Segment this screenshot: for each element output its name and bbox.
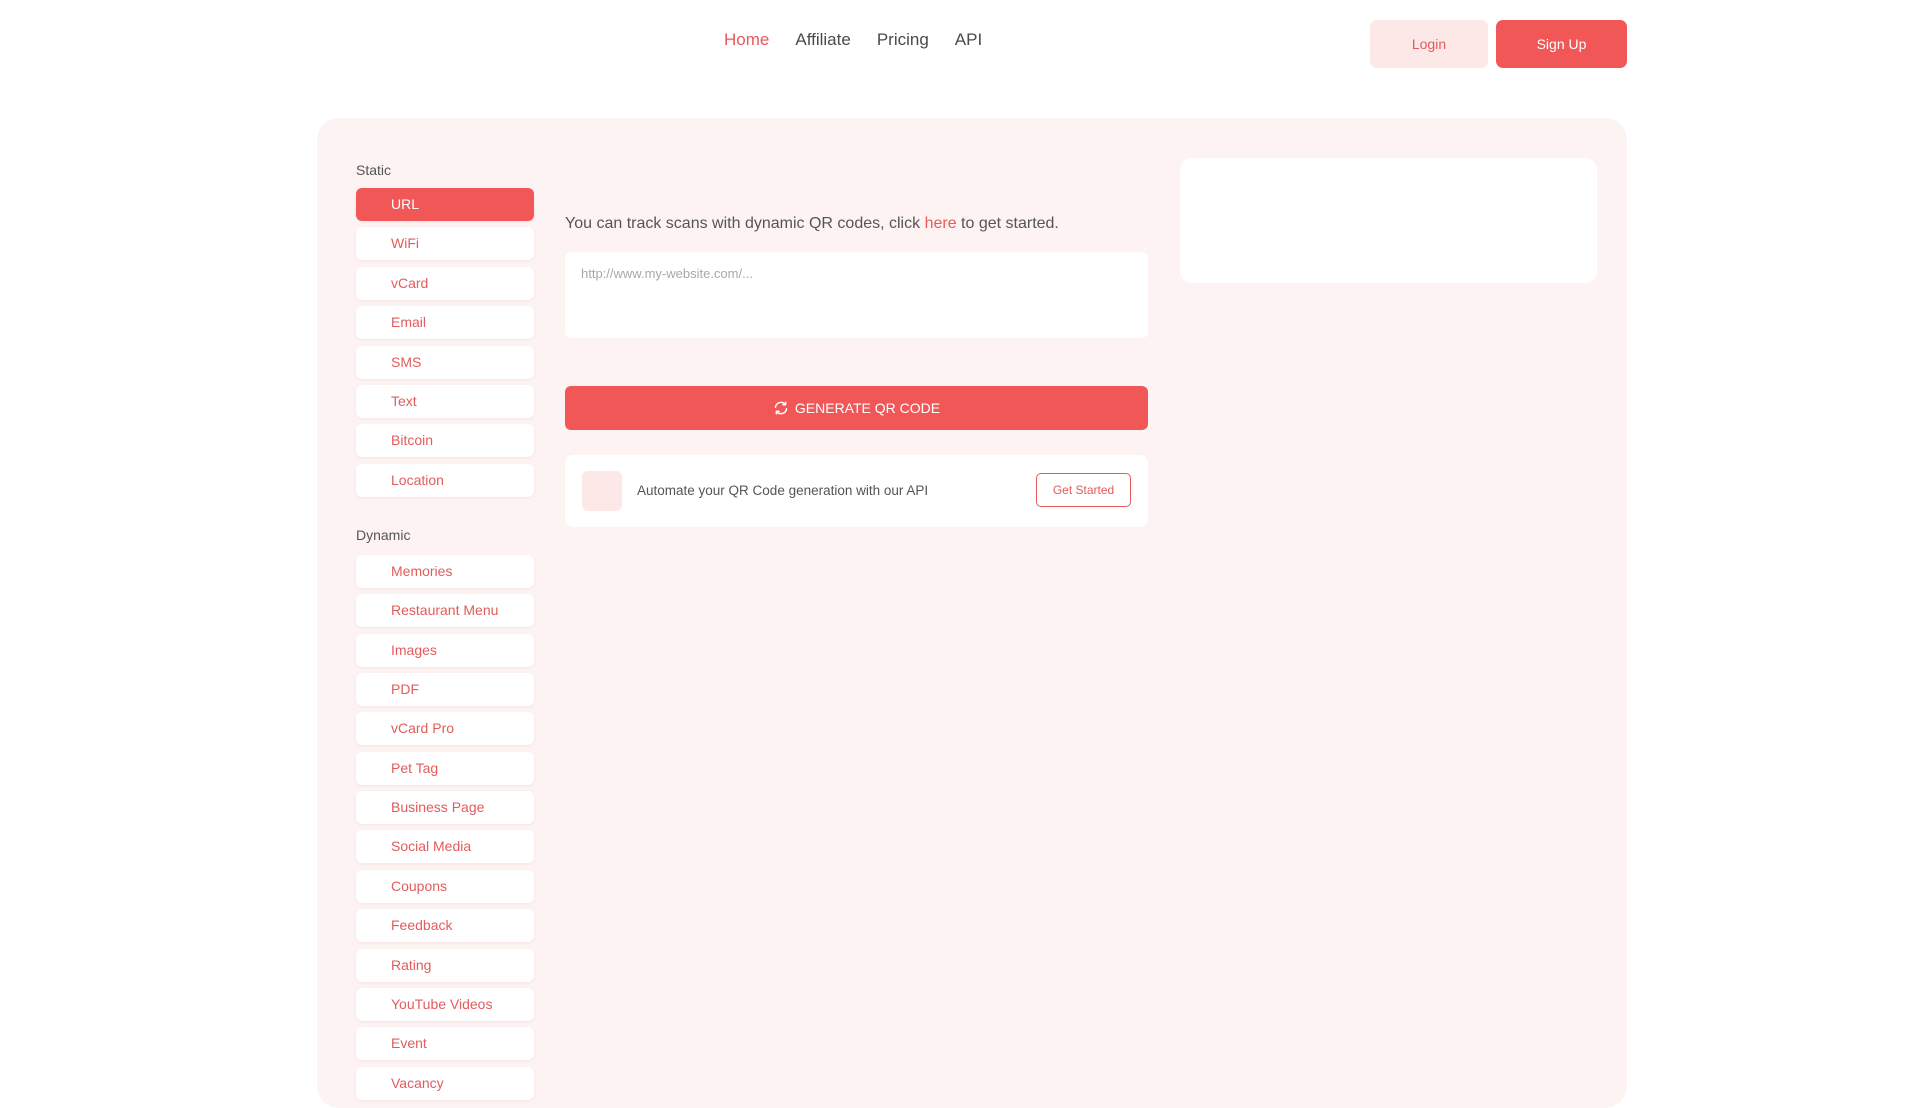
static-type-list: URL WiFi vCard Email SMS Text Bitcoin Lo…: [356, 188, 534, 497]
info-prefix: You can track scans with dynamic QR code…: [565, 215, 925, 232]
sidebar-item-youtube-videos[interactable]: YouTube Videos: [356, 988, 534, 1022]
sidebar-item-text[interactable]: Text: [356, 384, 534, 418]
url-input[interactable]: [565, 252, 1148, 338]
generate-qr-label: GENERATE QR CODE: [794, 400, 941, 416]
sidebar-item-sms[interactable]: SMS: [356, 345, 534, 379]
sidebar-item-vcard[interactable]: vCard: [356, 266, 534, 300]
refresh-icon: [773, 400, 789, 416]
dynamic-info-text: You can track scans with dynamic QR code…: [565, 215, 1059, 233]
api-promo-card: Automate your QR Code generation with ou…: [565, 455, 1148, 527]
sidebar-item-bitcoin[interactable]: Bitcoin: [356, 424, 534, 458]
api-promo-text: Automate your QR Code generation with ou…: [637, 483, 929, 498]
nav-pricing-link[interactable]: Pricing: [877, 30, 929, 50]
sidebar-item-feedback[interactable]: Feedback: [356, 909, 534, 943]
sidebar-item-memories[interactable]: Memories: [356, 554, 534, 588]
sidebar-item-coupons[interactable]: Coupons: [356, 869, 534, 903]
sidebar-item-email[interactable]: Email: [356, 306, 534, 340]
signup-button[interactable]: Sign Up: [1496, 20, 1627, 68]
api-icon: [582, 471, 622, 511]
dynamic-here-link[interactable]: here: [925, 215, 957, 232]
sidebar-item-restaurant-menu[interactable]: Restaurant Menu: [356, 594, 534, 628]
sidebar-item-pdf[interactable]: PDF: [356, 672, 534, 706]
sidebar-item-images[interactable]: Images: [356, 633, 534, 667]
main-nav: Home Affiliate Pricing API: [724, 30, 982, 50]
sidebar-item-rating[interactable]: Rating: [356, 948, 534, 982]
qr-preview-box: [1180, 158, 1597, 283]
qr-type-sidebar: Static URL WiFi vCard Email SMS Text Bit…: [356, 160, 534, 1100]
info-suffix: to get started.: [956, 215, 1059, 232]
header: Home Affiliate Pricing API Login Sign Up: [0, 0, 1920, 90]
sidebar-item-pet-tag[interactable]: Pet Tag: [356, 751, 534, 785]
sidebar-item-vacancy[interactable]: Vacancy: [356, 1066, 534, 1100]
nav-affiliate-link[interactable]: Affiliate: [795, 30, 850, 50]
login-button[interactable]: Login: [1370, 20, 1488, 68]
dynamic-section-label: Dynamic: [356, 526, 411, 543]
sidebar-item-url[interactable]: URL: [356, 188, 534, 221]
get-started-button[interactable]: Get Started: [1036, 473, 1131, 507]
sidebar-item-vcard-pro[interactable]: vCard Pro: [356, 712, 534, 746]
generate-qr-button[interactable]: GENERATE QR CODE: [565, 386, 1148, 430]
nav-api-link[interactable]: API: [955, 30, 982, 50]
sidebar-item-wifi[interactable]: WiFi: [356, 227, 534, 261]
sidebar-item-social-media[interactable]: Social Media: [356, 830, 534, 864]
sidebar-item-event[interactable]: Event: [356, 1027, 534, 1061]
sidebar-item-location[interactable]: Location: [356, 463, 534, 497]
dynamic-type-list: Memories Restaurant Menu Images PDF vCar…: [356, 554, 534, 1100]
nav-home-link[interactable]: Home: [724, 30, 769, 50]
static-section-label: Static: [356, 162, 392, 178]
sidebar-item-business-page[interactable]: Business Page: [356, 791, 534, 825]
